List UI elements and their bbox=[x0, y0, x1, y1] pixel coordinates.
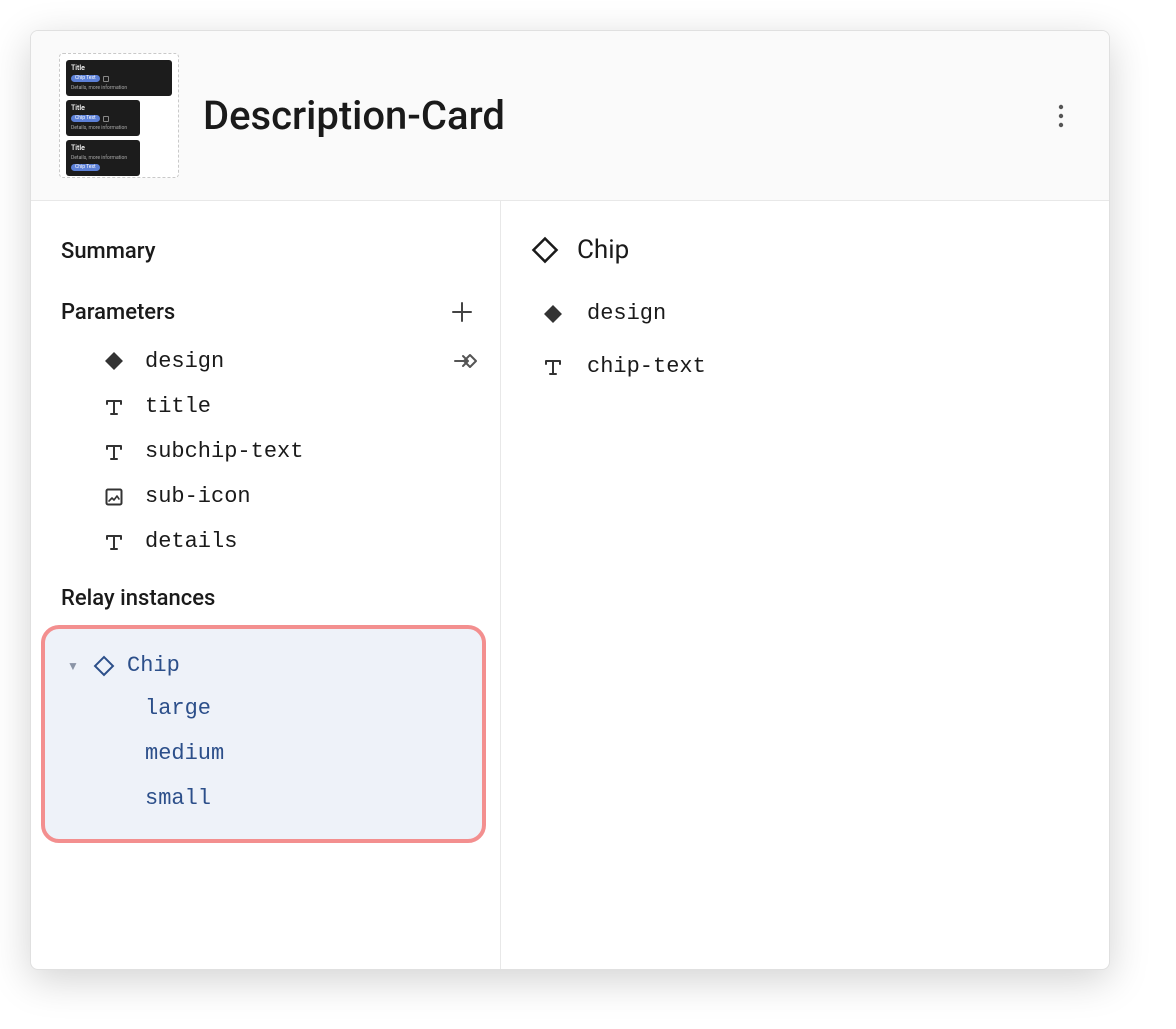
panel-body: Summary Parameters design bbox=[31, 201, 1109, 969]
component-outline-icon bbox=[93, 655, 115, 677]
expose-property-button[interactable] bbox=[452, 348, 478, 374]
thumb-icon bbox=[103, 76, 109, 82]
component-thumbnail[interactable]: Title Chip Text Details, more informatio… bbox=[59, 53, 179, 178]
parameter-label: details bbox=[145, 529, 478, 554]
detail-component-name: Chip bbox=[577, 235, 629, 265]
thumb-title: Title bbox=[71, 144, 135, 152]
summary-link[interactable]: Summary bbox=[31, 233, 500, 278]
more-vertical-icon bbox=[1058, 104, 1064, 128]
relay-instance-item[interactable]: ▼ Chip bbox=[55, 645, 472, 686]
parameter-row[interactable]: details bbox=[31, 519, 500, 564]
component-title: Description-Card bbox=[203, 92, 1017, 139]
parameters-label: Parameters bbox=[61, 300, 175, 325]
thumb-chip: Chip Text bbox=[71, 115, 100, 122]
thumb-details: Details, more information bbox=[71, 125, 135, 131]
image-icon bbox=[101, 487, 127, 507]
parameters-header: Parameters bbox=[31, 278, 500, 338]
text-icon bbox=[539, 357, 567, 377]
relay-variant-item[interactable]: small bbox=[55, 776, 472, 821]
text-icon bbox=[101, 397, 127, 417]
add-parameter-button[interactable] bbox=[446, 296, 478, 328]
parameter-label: design bbox=[145, 349, 434, 374]
relay-instances-label: Relay instances bbox=[31, 564, 500, 625]
detail-property-label: design bbox=[587, 301, 666, 326]
thumb-chip: Chip Text bbox=[71, 164, 100, 171]
panel-header: Title Chip Text Details, more informatio… bbox=[31, 31, 1109, 201]
instance-icon bbox=[101, 351, 127, 371]
relay-variant-item[interactable]: large bbox=[55, 686, 472, 731]
thumb-details: Details, more information bbox=[71, 155, 135, 161]
detail-header: Chip bbox=[531, 229, 1079, 287]
plus-icon bbox=[451, 301, 473, 323]
left-column: Summary Parameters design bbox=[31, 201, 501, 969]
text-icon bbox=[101, 532, 127, 552]
parameter-label: title bbox=[145, 394, 478, 419]
right-column: Chip design chip-text bbox=[501, 201, 1109, 969]
instance-icon bbox=[539, 304, 567, 324]
detail-property-label: chip-text bbox=[587, 354, 706, 379]
parameter-row[interactable]: design bbox=[31, 338, 500, 384]
relay-instance-highlight: ▼ Chip large medium small bbox=[41, 625, 486, 843]
thumb-chip: Chip Text bbox=[71, 75, 100, 82]
detail-property-row[interactable]: design bbox=[531, 287, 1079, 340]
component-outline-icon bbox=[531, 236, 559, 264]
relay-instance-name: Chip bbox=[127, 653, 180, 678]
thumb-icon bbox=[103, 116, 109, 122]
expose-icon bbox=[452, 348, 478, 374]
thumb-details: Details, more information bbox=[71, 85, 167, 91]
parameter-label: sub-icon bbox=[145, 484, 478, 509]
component-panel: Title Chip Text Details, more informatio… bbox=[30, 30, 1110, 970]
parameter-row[interactable]: title bbox=[31, 384, 500, 429]
relay-variant-item[interactable]: medium bbox=[55, 731, 472, 776]
parameter-row[interactable]: subchip-text bbox=[31, 429, 500, 474]
parameter-row[interactable]: sub-icon bbox=[31, 474, 500, 519]
text-icon bbox=[101, 442, 127, 462]
parameter-label: subchip-text bbox=[145, 439, 478, 464]
thumb-title: Title bbox=[71, 64, 167, 72]
caret-down-icon: ▼ bbox=[67, 659, 81, 673]
more-options-button[interactable] bbox=[1041, 96, 1081, 136]
detail-property-row[interactable]: chip-text bbox=[531, 340, 1079, 393]
thumb-title: Title bbox=[71, 104, 135, 112]
